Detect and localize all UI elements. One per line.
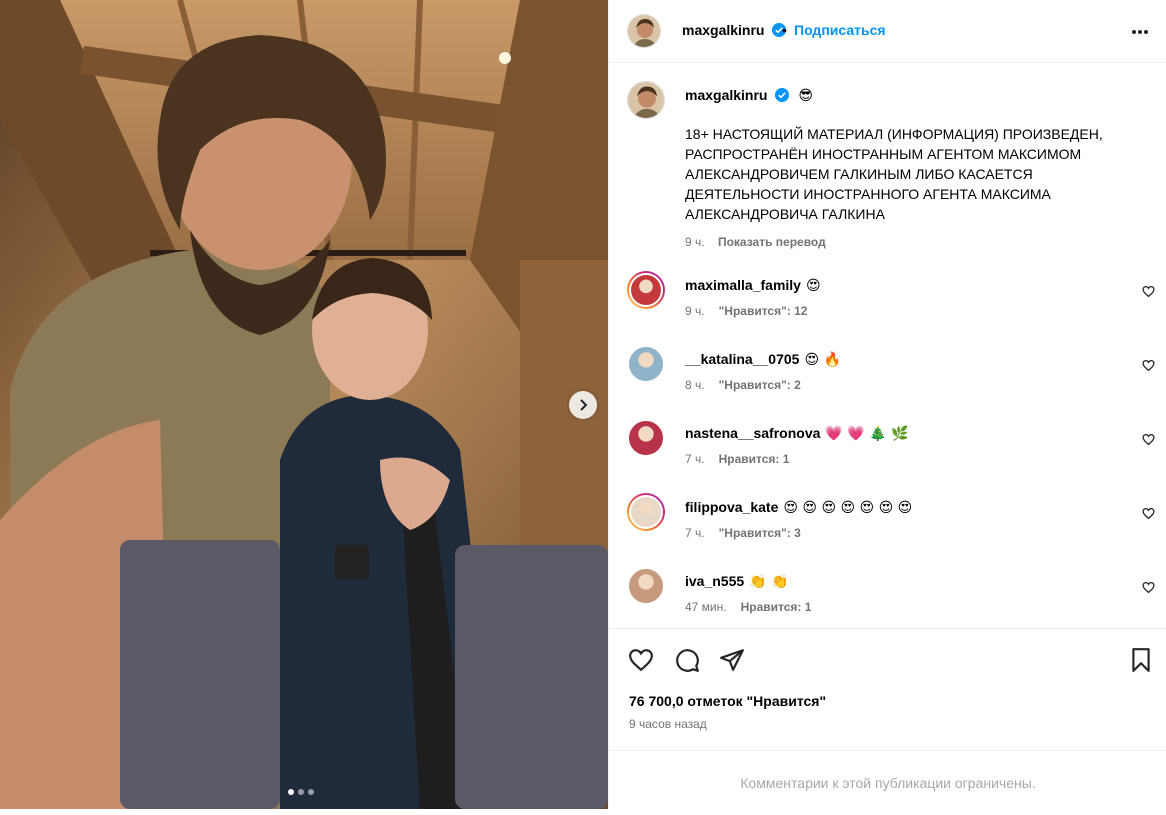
carousel-dot [298, 789, 304, 795]
heart-icon [1142, 581, 1155, 594]
translate-button[interactable]: Показать перевод [718, 235, 826, 249]
comment-likes[interactable]: "Нравится": 3 [719, 526, 801, 540]
verified-badge-icon [774, 88, 789, 102]
carousel-dot [288, 789, 294, 795]
heart-icon [1142, 507, 1155, 520]
comment-time[interactable]: 8 ч. [685, 378, 705, 392]
comment-time[interactable]: 7 ч. [685, 452, 705, 466]
commenter-username[interactable]: __katalina__0705 [685, 351, 799, 367]
avatar-image [628, 15, 660, 47]
heart-icon [1142, 433, 1155, 446]
comment-likes[interactable]: "Нравится": 12 [719, 304, 808, 318]
comment-item: filippova_kate 😍 😍 😍 😍 😍 😍 😍 7 ч. "Нравится… [609, 493, 1166, 553]
comment-like-button[interactable] [1142, 433, 1155, 451]
follow-button[interactable]: Подписаться [794, 22, 886, 38]
post-actions: 76 700,0 отметок "Нравится" 9 часов наза… [609, 628, 1166, 749]
caption-emoji: 😎 [798, 88, 813, 104]
commenter-username[interactable]: nastena__safronova [685, 425, 820, 441]
comment-like-button[interactable] [1142, 285, 1155, 303]
avatar-image [627, 345, 665, 383]
commenter-username[interactable]: filippova_kate [685, 499, 778, 515]
comment-text: 😍 😍 😍 😍 😍 😍 😍 [783, 500, 913, 516]
comment-text: 😍 🔥 [804, 352, 841, 368]
commenter-username[interactable]: iva_n555 [685, 573, 744, 589]
chevron-right-icon [580, 399, 588, 411]
author-username-row: maxgalkinru [682, 22, 786, 40]
carousel-dots [288, 789, 314, 795]
comment-time[interactable]: 7 ч. [685, 526, 705, 540]
bookmark-icon [1132, 648, 1150, 672]
comment-time[interactable]: 9 ч. [685, 304, 705, 318]
comment-item: __katalina__0705 😍 🔥 8 ч. "Нравится": 2 [609, 345, 1166, 405]
comment-button[interactable] [674, 647, 700, 678]
commenter-avatar[interactable] [627, 271, 665, 309]
commenter-avatar[interactable] [627, 493, 665, 531]
author-username[interactable]: maxgalkinru [682, 22, 764, 38]
comments-limited-notice: Комментарии к этой публикации ограничены… [609, 750, 1166, 809]
avatar-image [629, 273, 663, 307]
caption-header: maxgalkinru 😎 [685, 87, 813, 105]
comment-like-button[interactable] [1142, 507, 1155, 525]
comment-like-button[interactable] [1142, 581, 1155, 599]
like-button[interactable] [628, 647, 654, 678]
post-header: maxgalkinru • Подписаться [609, 0, 1166, 63]
caption-username[interactable]: maxgalkinru [685, 87, 767, 103]
comment-content: __katalina__0705 😍 🔥 [685, 351, 841, 368]
comment-likes[interactable]: Нравится: 1 [719, 452, 790, 466]
caption-time[interactable]: 9 ч. [685, 235, 705, 249]
comment-like-button[interactable] [1142, 359, 1155, 377]
comment-text: 💗 💗 🎄 🌿 [825, 426, 909, 442]
commenter-avatar[interactable] [627, 419, 665, 457]
author-avatar[interactable] [627, 14, 661, 48]
likes-count[interactable]: 76 700,0 отметок "Нравится" [629, 693, 826, 709]
next-image-button[interactable] [569, 391, 597, 419]
comment-content: filippova_kate 😍 😍 😍 😍 😍 😍 😍 [685, 499, 912, 516]
comment-meta: 7 ч. Нравится: 1 [685, 452, 789, 466]
commenter-username[interactable]: maximalla_family [685, 277, 801, 293]
avatar-image [628, 82, 664, 118]
caption-author-avatar[interactable] [627, 81, 665, 119]
comment-content: maximalla_family 😍 [685, 277, 821, 294]
post-details-panel: maxgalkinru • Подписаться maxgalkinru 😎 … [608, 0, 1166, 809]
avatar-image [627, 419, 665, 457]
comment-content: nastena__safronova 💗 💗 🎄 🌿 [685, 425, 908, 442]
comment-icon [676, 649, 699, 672]
comment-text: 😍 [805, 278, 821, 294]
comment-text: 👏 👏 [749, 574, 789, 590]
more-horizontal-icon [1132, 30, 1148, 34]
comment-meta: 9 ч. "Нравится": 12 [685, 304, 807, 318]
heart-icon [1142, 359, 1155, 372]
comment-item: maximalla_family 😍 9 ч. "Нравится": 12 [609, 271, 1166, 331]
comment-item: iva_n555 👏 👏 47 мин. Нравится: 1 [609, 567, 1166, 627]
carousel-dot [308, 789, 314, 795]
commenter-avatar[interactable] [627, 567, 665, 605]
caption-meta: 9 ч. Показать перевод [685, 235, 826, 249]
comment-content: iva_n555 👏 👏 [685, 573, 789, 590]
comment-time[interactable]: 47 мин. [685, 600, 727, 614]
comment-meta: 7 ч. "Нравится": 3 [685, 526, 801, 540]
post-timestamp[interactable]: 9 часов назад [629, 717, 707, 731]
comment-item: nastena__safronova 💗 💗 🎄 🌿 7 ч. Нравится: 1 [609, 419, 1166, 479]
share-button[interactable] [719, 647, 745, 678]
avatar-image [629, 495, 663, 529]
save-button[interactable] [1128, 647, 1154, 678]
comment-likes[interactable]: "Нравится": 2 [719, 378, 801, 392]
heart-icon [1142, 285, 1155, 298]
heart-icon [629, 649, 653, 672]
avatar-image [627, 567, 665, 605]
commenter-avatar[interactable] [627, 345, 665, 383]
photo-illustration [0, 0, 608, 809]
more-options-button[interactable] [1130, 22, 1150, 47]
header-separator: • [782, 22, 787, 38]
post-photo[interactable] [0, 0, 608, 809]
comment-meta: 8 ч. "Нравится": 2 [685, 378, 801, 392]
caption-text: 18+ НАСТОЯЩИЙ МАТЕРИАЛ (ИНФОРМАЦИЯ) ПРОИ… [685, 126, 1103, 222]
comment-likes[interactable]: Нравится: 1 [741, 600, 812, 614]
comment-meta: 47 мин. Нравится: 1 [685, 600, 811, 614]
send-icon [720, 649, 744, 671]
